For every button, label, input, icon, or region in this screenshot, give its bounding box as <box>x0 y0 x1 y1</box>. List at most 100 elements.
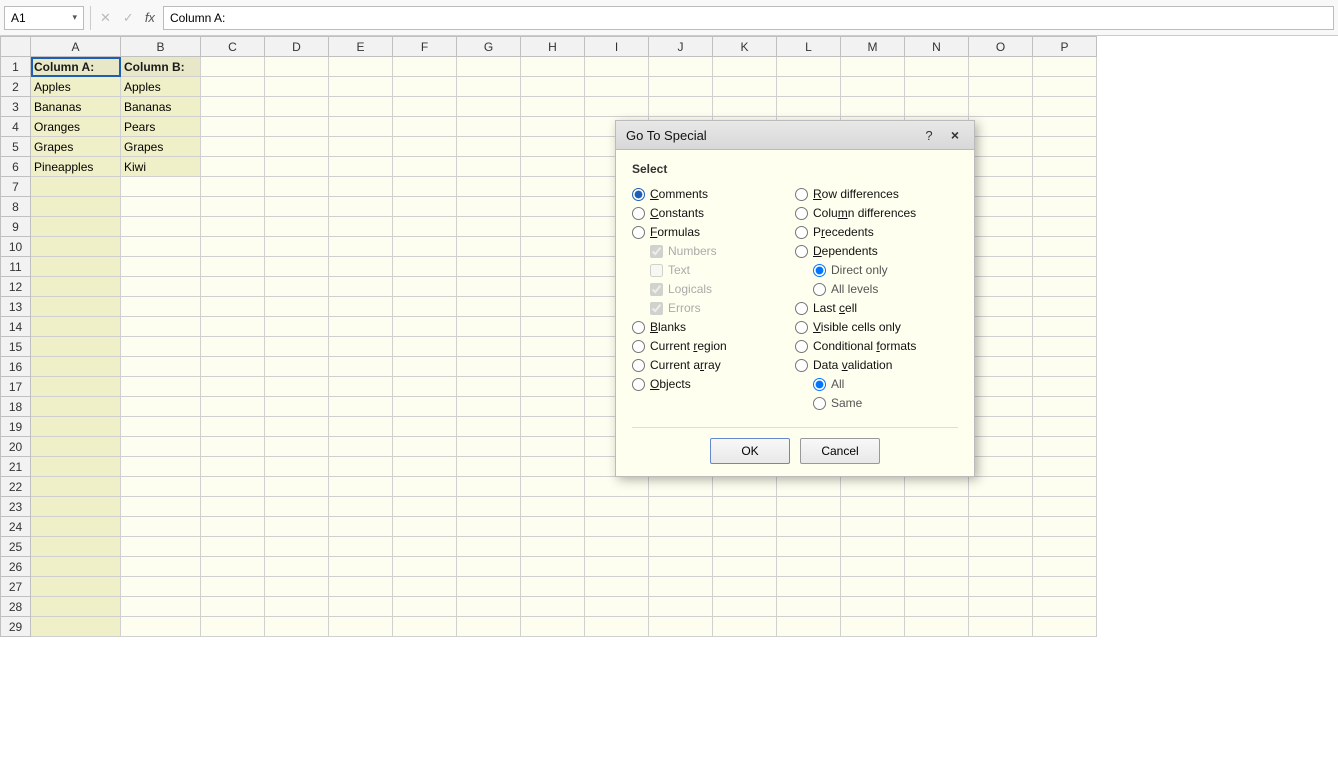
option-constants[interactable]: Constants <box>632 205 795 221</box>
constants-radio[interactable] <box>632 207 645 220</box>
cell-12-H[interactable] <box>521 277 585 297</box>
cell-12-G[interactable] <box>457 277 521 297</box>
cell-21-C[interactable] <box>201 457 265 477</box>
current-array-radio[interactable] <box>632 359 645 372</box>
row-header-22[interactable]: 22 <box>1 477 31 497</box>
row-header-16[interactable]: 16 <box>1 357 31 377</box>
col-header-m[interactable]: M <box>841 37 905 57</box>
cell-4-D[interactable] <box>265 117 329 137</box>
cell-23-M[interactable] <box>841 497 905 517</box>
cell-6-D[interactable] <box>265 157 329 177</box>
cell-5-E[interactable] <box>329 137 393 157</box>
cell-19-a[interactable] <box>31 417 121 437</box>
cell-28-F[interactable] <box>393 597 457 617</box>
cell-4-G[interactable] <box>457 117 521 137</box>
cell-13-G[interactable] <box>457 297 521 317</box>
cell-9-O[interactable] <box>969 217 1033 237</box>
cell-23-J[interactable] <box>649 497 713 517</box>
cell-22-F[interactable] <box>393 477 457 497</box>
cell-10-G[interactable] <box>457 237 521 257</box>
cell-22-M[interactable] <box>841 477 905 497</box>
cell-19-D[interactable] <box>265 417 329 437</box>
option-all-sub[interactable]: All <box>813 376 958 392</box>
option-all-levels[interactable]: All levels <box>813 281 958 297</box>
cell-21-E[interactable] <box>329 457 393 477</box>
cell-9-F[interactable] <box>393 217 457 237</box>
col-header-f[interactable]: F <box>393 37 457 57</box>
cell-29-N[interactable] <box>905 617 969 637</box>
cell-4-a[interactable]: Oranges <box>31 117 121 137</box>
cell-21-F[interactable] <box>393 457 457 477</box>
cell-11-G[interactable] <box>457 257 521 277</box>
cell-15-O[interactable] <box>969 337 1033 357</box>
cell-1-b[interactable]: Column B: <box>121 57 201 77</box>
cell-22-O[interactable] <box>969 477 1033 497</box>
cell-14-G[interactable] <box>457 317 521 337</box>
cell-28-P[interactable] <box>1033 597 1097 617</box>
current-region-radio[interactable] <box>632 340 645 353</box>
cell-19-G[interactable] <box>457 417 521 437</box>
cell-21-H[interactable] <box>521 457 585 477</box>
cell-26-E[interactable] <box>329 557 393 577</box>
cell-23-N[interactable] <box>905 497 969 517</box>
cell-12-a[interactable] <box>31 277 121 297</box>
cell-14-a[interactable] <box>31 317 121 337</box>
cell-4-b[interactable]: Pears <box>121 117 201 137</box>
cell-7-G[interactable] <box>457 177 521 197</box>
errors-checkbox[interactable] <box>650 302 663 315</box>
constants-label[interactable]: Constants <box>650 206 704 220</box>
objects-radio[interactable] <box>632 378 645 391</box>
cell-14-P[interactable] <box>1033 317 1097 337</box>
cell-8-F[interactable] <box>393 197 457 217</box>
cell-29-P[interactable] <box>1033 617 1097 637</box>
cell-26-J[interactable] <box>649 557 713 577</box>
all-sub-radio[interactable] <box>813 378 826 391</box>
cell-7-P[interactable] <box>1033 177 1097 197</box>
cell-10-D[interactable] <box>265 237 329 257</box>
cell-29-H[interactable] <box>521 617 585 637</box>
cell-10-C[interactable] <box>201 237 265 257</box>
row-header-11[interactable]: 11 <box>1 257 31 277</box>
current-array-label[interactable]: Current array <box>650 358 721 372</box>
cell-29-G[interactable] <box>457 617 521 637</box>
col-header-p[interactable]: P <box>1033 37 1097 57</box>
numbers-checkbox[interactable] <box>650 245 663 258</box>
cell-14-E[interactable] <box>329 317 393 337</box>
cell-24-a[interactable] <box>31 517 121 537</box>
cell-19-C[interactable] <box>201 417 265 437</box>
option-column-differences[interactable]: Column differences <box>795 205 958 221</box>
cell-29-K[interactable] <box>713 617 777 637</box>
cell-10-a[interactable] <box>31 237 121 257</box>
cell-1-D[interactable] <box>265 57 329 77</box>
row-header-25[interactable]: 25 <box>1 537 31 557</box>
row-header-15[interactable]: 15 <box>1 337 31 357</box>
cell-1-N[interactable] <box>905 57 969 77</box>
cell-5-D[interactable] <box>265 137 329 157</box>
cell-12-b[interactable] <box>121 277 201 297</box>
cell-7-b[interactable] <box>121 177 201 197</box>
cell-8-P[interactable] <box>1033 197 1097 217</box>
cell-27-K[interactable] <box>713 577 777 597</box>
data-validation-radio[interactable] <box>795 359 808 372</box>
logicals-checkbox[interactable] <box>650 283 663 296</box>
cell-11-F[interactable] <box>393 257 457 277</box>
cell-28-N[interactable] <box>905 597 969 617</box>
option-blanks[interactable]: Blanks <box>632 319 795 335</box>
cell-26-N[interactable] <box>905 557 969 577</box>
cell-18-P[interactable] <box>1033 397 1097 417</box>
row-differences-label[interactable]: Row differences <box>813 187 899 201</box>
cell-22-K[interactable] <box>713 477 777 497</box>
cell-2-K[interactable] <box>713 77 777 97</box>
objects-label[interactable]: Objects <box>650 377 691 391</box>
option-last-cell[interactable]: Last cell <box>795 300 958 316</box>
cell-8-O[interactable] <box>969 197 1033 217</box>
cell-10-E[interactable] <box>329 237 393 257</box>
cell-23-G[interactable] <box>457 497 521 517</box>
cell-24-L[interactable] <box>777 517 841 537</box>
option-data-validation[interactable]: Data validation <box>795 357 958 373</box>
row-header-21[interactable]: 21 <box>1 457 31 477</box>
cell-22-P[interactable] <box>1033 477 1097 497</box>
cell-7-E[interactable] <box>329 177 393 197</box>
all-sub-label[interactable]: All <box>831 377 844 391</box>
cell-18-a[interactable] <box>31 397 121 417</box>
